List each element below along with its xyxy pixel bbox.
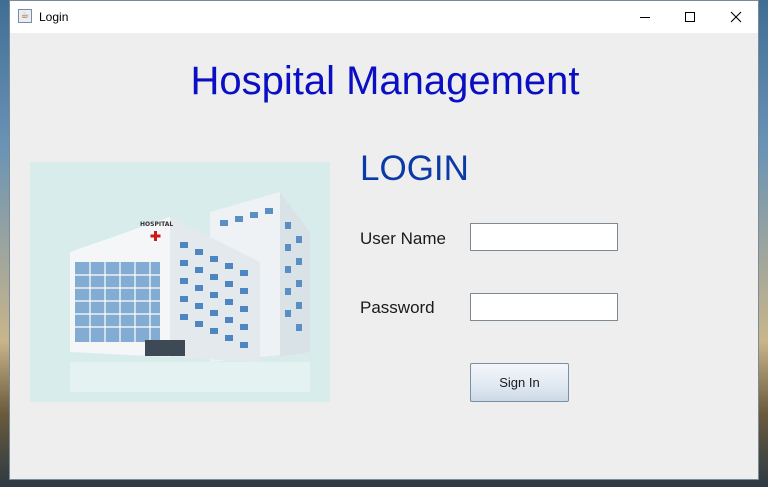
java-cup-icon: ☕ (18, 9, 32, 23)
username-field[interactable] (470, 223, 618, 251)
window-title: Login (39, 10, 69, 24)
username-label: User Name (360, 229, 446, 248)
page-title: Hospital Management (190, 59, 580, 103)
password-field[interactable] (470, 293, 618, 321)
sign-in-button[interactable]: Sign In (470, 363, 569, 402)
close-icon (730, 11, 742, 23)
close-button[interactable] (713, 1, 759, 33)
login-window: ☕ Login Hospital Management HOSPITAL LOG… (9, 0, 759, 480)
maximize-icon (685, 12, 695, 22)
hospital-sign-text: HOSPITAL (140, 221, 173, 228)
minimize-icon (640, 17, 650, 18)
title-bar[interactable]: ☕ Login (10, 1, 758, 33)
minimize-button[interactable] (622, 1, 668, 33)
password-label: Password (360, 298, 435, 317)
hospital-building-image: HOSPITAL (30, 162, 330, 402)
login-title: LOGIN (360, 149, 469, 188)
maximize-button[interactable] (667, 1, 713, 33)
